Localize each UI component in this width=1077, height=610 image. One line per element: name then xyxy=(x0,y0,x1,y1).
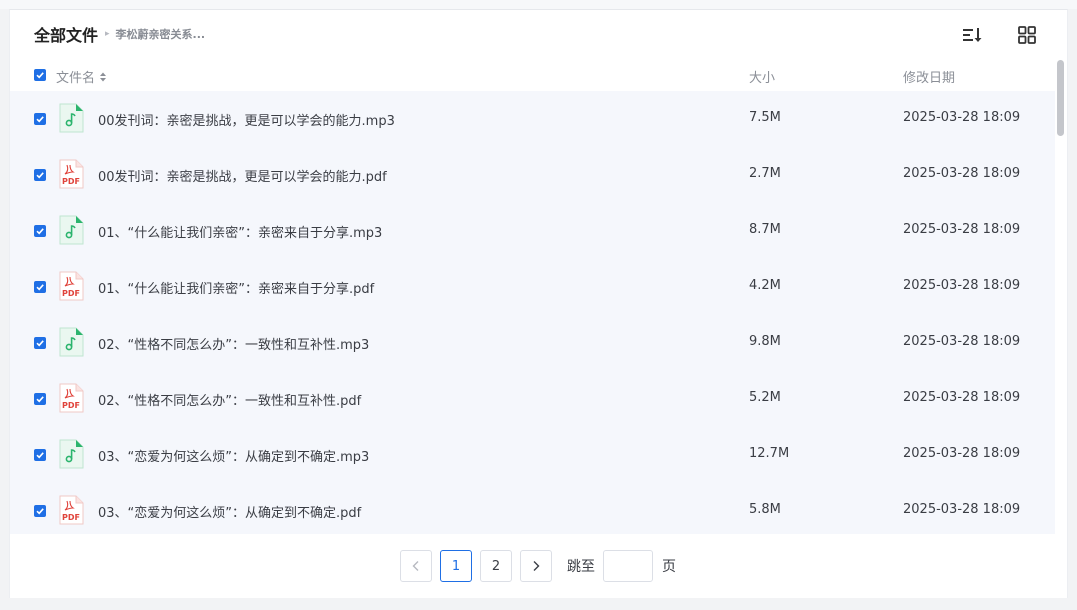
prev-page-button[interactable] xyxy=(400,550,432,582)
column-header: 文件名 大小 修改日期 xyxy=(10,65,1069,89)
audio-file-icon xyxy=(59,215,84,245)
vertical-scrollbar[interactable] xyxy=(1057,60,1064,136)
file-size: 8.7M xyxy=(749,222,781,237)
file-row[interactable]: 00发刊词：亲密是挑战，更是可以学会的能力.mp3 7.5M 2025-03-2… xyxy=(10,91,1055,147)
grid-view-button[interactable] xyxy=(1016,24,1038,46)
column-size-header[interactable]: 大小 xyxy=(749,67,775,86)
file-list-panel: 全部文件 ▸ 李松蔚亲密关系... 文件名 大小 修改日期 00发刊词：亲密是挑… xyxy=(9,9,1068,598)
file-size: 5.2M xyxy=(749,390,781,405)
breadcrumb: 全部文件 ▸ 李松蔚亲密关系... xyxy=(34,22,205,46)
top-strip xyxy=(0,0,1077,9)
file-size: 5.8M xyxy=(749,502,781,517)
sort-button[interactable] xyxy=(961,24,983,46)
check-icon xyxy=(36,172,44,179)
pagination: 1 2 跳至 页 xyxy=(400,550,676,582)
file-row[interactable]: PDF 03、“恋爱为何这么烦”：从确定到不确定.pdf 5.8M 2025-0… xyxy=(10,483,1055,534)
file-name[interactable]: 03、“恋爱为何这么烦”：从确定到不确定.pdf xyxy=(98,502,361,521)
audio-file-icon xyxy=(59,103,84,133)
file-name[interactable]: 03、“恋爱为何这么烦”：从确定到不确定.mp3 xyxy=(98,446,369,465)
file-name[interactable]: 00发刊词：亲密是挑战，更是可以学会的能力.mp3 xyxy=(98,110,395,129)
file-size: 7.5M xyxy=(749,110,781,125)
pdf-file-label: PDF xyxy=(62,177,80,186)
breadcrumb-current: 李松蔚亲密关系... xyxy=(115,28,206,41)
file-date: 2025-03-28 18:09 xyxy=(903,390,1021,405)
check-icon xyxy=(36,116,44,123)
file-name[interactable]: 00发刊词：亲密是挑战，更是可以学会的能力.pdf xyxy=(98,166,387,185)
file-size: 9.8M xyxy=(749,334,781,349)
pdf-file-label: PDF xyxy=(62,401,80,410)
jump-page-input[interactable] xyxy=(603,550,653,582)
check-icon xyxy=(36,508,44,515)
jump-label: 跳至 xyxy=(567,559,595,575)
file-date: 2025-03-28 18:09 xyxy=(903,278,1021,293)
file-name[interactable]: 01、“什么能让我们亲密”：亲密来自于分享.pdf xyxy=(98,278,374,297)
audio-file-icon xyxy=(59,327,84,357)
jump-unit-label: 页 xyxy=(662,559,676,575)
file-date: 2025-03-28 18:09 xyxy=(903,334,1021,349)
file-row[interactable]: PDF 02、“性格不同怎么办”：一致性和互补性.pdf 5.2M 2025-0… xyxy=(10,371,1055,427)
check-icon xyxy=(36,452,44,459)
file-size: 2.7M xyxy=(749,166,781,181)
chevron-left-icon xyxy=(412,561,419,571)
row-checkbox[interactable] xyxy=(34,505,46,517)
row-checkbox[interactable] xyxy=(34,449,46,461)
file-date: 2025-03-28 18:09 xyxy=(903,166,1021,181)
pdf-file-icon: PDF xyxy=(59,159,84,189)
pdf-file-icon: PDF xyxy=(59,383,84,413)
row-checkbox[interactable] xyxy=(34,225,46,237)
row-checkbox[interactable] xyxy=(34,337,46,349)
file-date: 2025-03-28 18:09 xyxy=(903,446,1021,461)
file-date: 2025-03-28 18:09 xyxy=(903,110,1021,125)
column-name-label: 文件名 xyxy=(56,71,96,86)
breadcrumb-root[interactable]: 全部文件 xyxy=(34,22,98,46)
check-icon xyxy=(36,396,44,403)
file-row[interactable]: 03、“恋爱为何这么烦”：从确定到不确定.mp3 12.7M 2025-03-2… xyxy=(10,427,1055,483)
file-name[interactable]: 02、“性格不同怎么办”：一致性和互补性.pdf xyxy=(98,390,361,409)
column-date-header[interactable]: 修改日期 xyxy=(903,67,955,86)
file-size: 12.7M xyxy=(749,446,790,461)
next-page-button[interactable] xyxy=(520,550,552,582)
file-name[interactable]: 02、“性格不同怎么办”：一致性和互补性.mp3 xyxy=(98,334,369,353)
grid-view-icon xyxy=(1018,26,1036,44)
check-icon xyxy=(36,340,44,347)
file-date: 2025-03-28 18:09 xyxy=(903,502,1021,517)
chevron-right-icon xyxy=(533,561,540,571)
row-checkbox[interactable] xyxy=(34,169,46,181)
check-icon xyxy=(36,228,44,235)
file-list: 00发刊词：亲密是挑战，更是可以学会的能力.mp3 7.5M 2025-03-2… xyxy=(10,91,1055,534)
check-icon xyxy=(36,284,44,291)
column-name-header[interactable]: 文件名 xyxy=(56,67,107,86)
row-checkbox[interactable] xyxy=(34,113,46,125)
audio-file-icon xyxy=(59,439,84,469)
row-checkbox[interactable] xyxy=(34,393,46,405)
file-date: 2025-03-28 18:09 xyxy=(903,222,1021,237)
select-all-checkbox[interactable] xyxy=(34,69,46,81)
pdf-file-icon: PDF xyxy=(59,495,84,525)
pdf-file-label: PDF xyxy=(62,513,80,522)
pdf-file-icon: PDF xyxy=(59,271,84,301)
file-row[interactable]: PDF 00发刊词：亲密是挑战，更是可以学会的能力.pdf 2.7M 2025-… xyxy=(10,147,1055,203)
page-2-button[interactable]: 2 xyxy=(480,550,512,582)
file-size: 4.2M xyxy=(749,278,781,293)
pdf-file-label: PDF xyxy=(62,289,80,298)
file-row[interactable]: PDF 01、“什么能让我们亲密”：亲密来自于分享.pdf 4.2M 2025-… xyxy=(10,259,1055,315)
page-1-button[interactable]: 1 xyxy=(440,550,472,582)
sort-icon xyxy=(963,28,982,42)
breadcrumb-separator-icon: ▸ xyxy=(105,29,110,39)
file-row[interactable]: 02、“性格不同怎么办”：一致性和互补性.mp3 9.8M 2025-03-28… xyxy=(10,315,1055,371)
file-row[interactable]: 01、“什么能让我们亲密”：亲密来自于分享.mp3 8.7M 2025-03-2… xyxy=(10,203,1055,259)
check-icon xyxy=(36,72,44,79)
sort-toggle-icon xyxy=(100,72,107,81)
file-name[interactable]: 01、“什么能让我们亲密”：亲密来自于分享.mp3 xyxy=(98,222,382,241)
row-checkbox[interactable] xyxy=(34,281,46,293)
